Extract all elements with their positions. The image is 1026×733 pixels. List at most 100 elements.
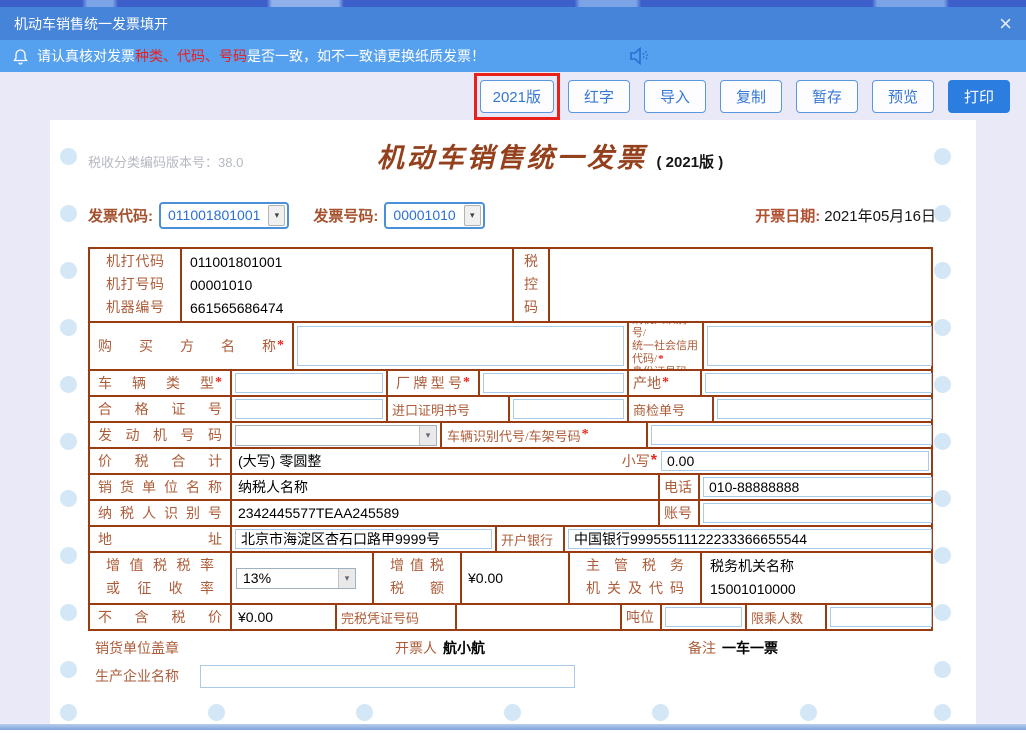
seller-tax-id-label: 纳税人识别号: [98, 507, 222, 522]
seller-name-row: 销货单位名称 纳税人名称 电话 010-88888888: [90, 475, 932, 501]
notice-prefix: 请认真核对发票: [37, 48, 135, 64]
bank-input[interactable]: 中国银行99955511122233366655544: [568, 529, 932, 549]
buyer-row: 购买方名称 * 纳税人识别号/ 统一社会信用代码/* 身份证号码: [90, 323, 932, 371]
buyer-name-input[interactable]: [297, 326, 624, 366]
vat-rate-select[interactable]: 13% ▾: [236, 567, 356, 589]
decorative-circle: [60, 262, 77, 279]
notice-suffix: 是否一致，如不一致请更换纸质发票！: [247, 48, 485, 64]
brand-model-label: 厂牌型号: [396, 377, 462, 392]
decorative-circle: [60, 148, 77, 165]
invoice-number-select[interactable]: 00001010 ▾: [384, 201, 485, 229]
invoice-paper: 税收分类编码版本号：38.0 机动车销售统一发票 ( 2021版 ) 发票代码:…: [50, 120, 976, 724]
address-label: 地址: [98, 533, 222, 548]
manufacturer-label: 生产企业名称: [95, 670, 179, 685]
decorative-circle: [60, 604, 77, 621]
drawer-label: 开票人: [395, 642, 437, 657]
certificate-no-input[interactable]: [235, 399, 383, 419]
phone-value: 010-88888888: [709, 479, 800, 495]
remark: 备注 一车一票: [688, 636, 778, 660]
machine-code-value: 011001801001: [190, 253, 283, 270]
total-figures-input[interactable]: 0.00: [661, 451, 929, 471]
bank-value: 中国银行99955511122233366655544: [574, 531, 808, 547]
origin-input[interactable]: [705, 373, 932, 393]
remark-label: 备注: [688, 642, 716, 657]
manufacturer-input[interactable]: [200, 665, 575, 688]
buyer-id-label-line2: 统一社会信用代码/: [632, 339, 698, 365]
vat-amount-label-line1: 增值税: [390, 559, 444, 574]
invoice-form-table: 机打代码 机打号码 机器编号 011001801001 00001010 661…: [88, 247, 933, 631]
decorative-circle: [356, 704, 373, 721]
required-mark: *: [463, 375, 470, 390]
total-label: 价税合计: [98, 455, 222, 470]
vin-input[interactable]: [651, 425, 932, 445]
close-icon[interactable]: ×: [999, 12, 1012, 34]
buyer-id-input[interactable]: [707, 326, 932, 366]
copy-button[interactable]: 复制: [720, 79, 782, 113]
manufacturer: 生产企业名称: [95, 664, 179, 688]
passenger-limit-input[interactable]: [830, 607, 932, 627]
account-input[interactable]: [703, 503, 932, 523]
machine-number-label: 机打号码: [106, 277, 164, 293]
required-mark: *: [215, 375, 222, 390]
buyer-id-label-line1: 纳税人识别号/: [632, 323, 687, 339]
machine-code-label: 机打代码: [106, 254, 164, 270]
invoice-title-text: 机动车销售统一发票: [376, 143, 647, 173]
address-input[interactable]: 北京市海淀区杏石口路甲9999号: [235, 529, 492, 549]
required-mark: *: [650, 452, 657, 469]
decorative-circle: [934, 148, 951, 165]
dialog-titlebar: 机动车销售统一发票填开 ×: [0, 7, 1026, 40]
address-value: 北京市海淀区杏石口路甲9999号: [241, 531, 441, 547]
engine-no-select[interactable]: ▾: [235, 424, 437, 446]
chevron-down-icon: ▾: [338, 568, 355, 588]
tax-paid-cert-label: 完税凭证号码: [341, 610, 420, 626]
import-button[interactable]: 导入: [644, 79, 706, 113]
notice-bar: 请认真核对发票种类、代码、号码是否一致，如不一致请更换纸质发票！: [0, 40, 1026, 72]
phone-input[interactable]: 010-88888888: [703, 477, 932, 497]
speaker-icon[interactable]: [627, 46, 651, 66]
tax-authority-label-line1: 主管税务: [586, 559, 684, 574]
vat-amount-label-line2: 税额: [390, 582, 444, 597]
decorative-circle: [934, 262, 951, 279]
tonnage-input[interactable]: [665, 607, 742, 627]
certificate-no-label: 合格证号: [98, 403, 222, 418]
machine-id-label: 机器编号: [106, 300, 164, 316]
version-button[interactable]: 2021版: [473, 72, 560, 120]
inspection-no-input[interactable]: [717, 399, 932, 419]
invoice-code-select[interactable]: 011001801001 ▾: [159, 201, 290, 229]
preview-button[interactable]: 预览: [872, 79, 934, 113]
red-letter-button[interactable]: 红字: [568, 79, 630, 113]
decorative-circle: [208, 704, 225, 721]
machine-number-value: 00001010: [190, 276, 253, 293]
bottom-edge-strip: [0, 724, 1026, 730]
decorative-circle: [60, 319, 77, 336]
chevron-down-icon: ▾: [268, 204, 286, 226]
tax-control-code-label: 税控码: [524, 254, 538, 316]
machine-codes-row: 机打代码 机打号码 机器编号 011001801001 00001010 661…: [90, 249, 931, 323]
brand-model-input[interactable]: [483, 373, 624, 393]
required-mark: *: [662, 375, 669, 390]
decorative-circle: [934, 547, 951, 564]
print-button[interactable]: 打印: [948, 79, 1010, 113]
bank-label: 开户银行: [501, 532, 554, 548]
draft-button[interactable]: 暂存: [796, 79, 858, 113]
decorative-circle: [934, 376, 951, 393]
decorative-circle: [934, 490, 951, 507]
background-app-strip: [0, 0, 1026, 7]
decorative-circle: [60, 490, 77, 507]
invoice-number-label: 发票号码:: [313, 207, 379, 225]
drawer-value: 航小航: [443, 640, 485, 656]
address-bank-row: 地址 北京市海淀区杏石口路甲9999号 开户银行 中国银行99955511122…: [90, 527, 932, 553]
codec-version-note: 税收分类编码版本号：38.0: [88, 155, 244, 170]
vehicle-type-input[interactable]: [235, 373, 383, 393]
import-cert-no-input[interactable]: [513, 399, 624, 419]
tax-paid-cert-area: [457, 605, 622, 629]
invoice-title: 机动车销售统一发票 ( 2021版 ): [290, 136, 810, 175]
engine-vin-row: 发动机号码 ▾ 车辆识别代号/车架号码 *: [90, 423, 932, 449]
invoice-number-value: 00001010: [393, 207, 456, 223]
decorative-circle: [60, 547, 77, 564]
total-figures-label: 小写: [621, 455, 650, 470]
app-window: 机动车销售统一发票填开 × 请认真核对发票种类、代码、号码是否一致，如不一致请更…: [0, 0, 1026, 733]
decorative-circle: [60, 376, 77, 393]
bell-icon: [12, 48, 29, 65]
vat-amount-value: ¥0.00: [468, 570, 504, 586]
